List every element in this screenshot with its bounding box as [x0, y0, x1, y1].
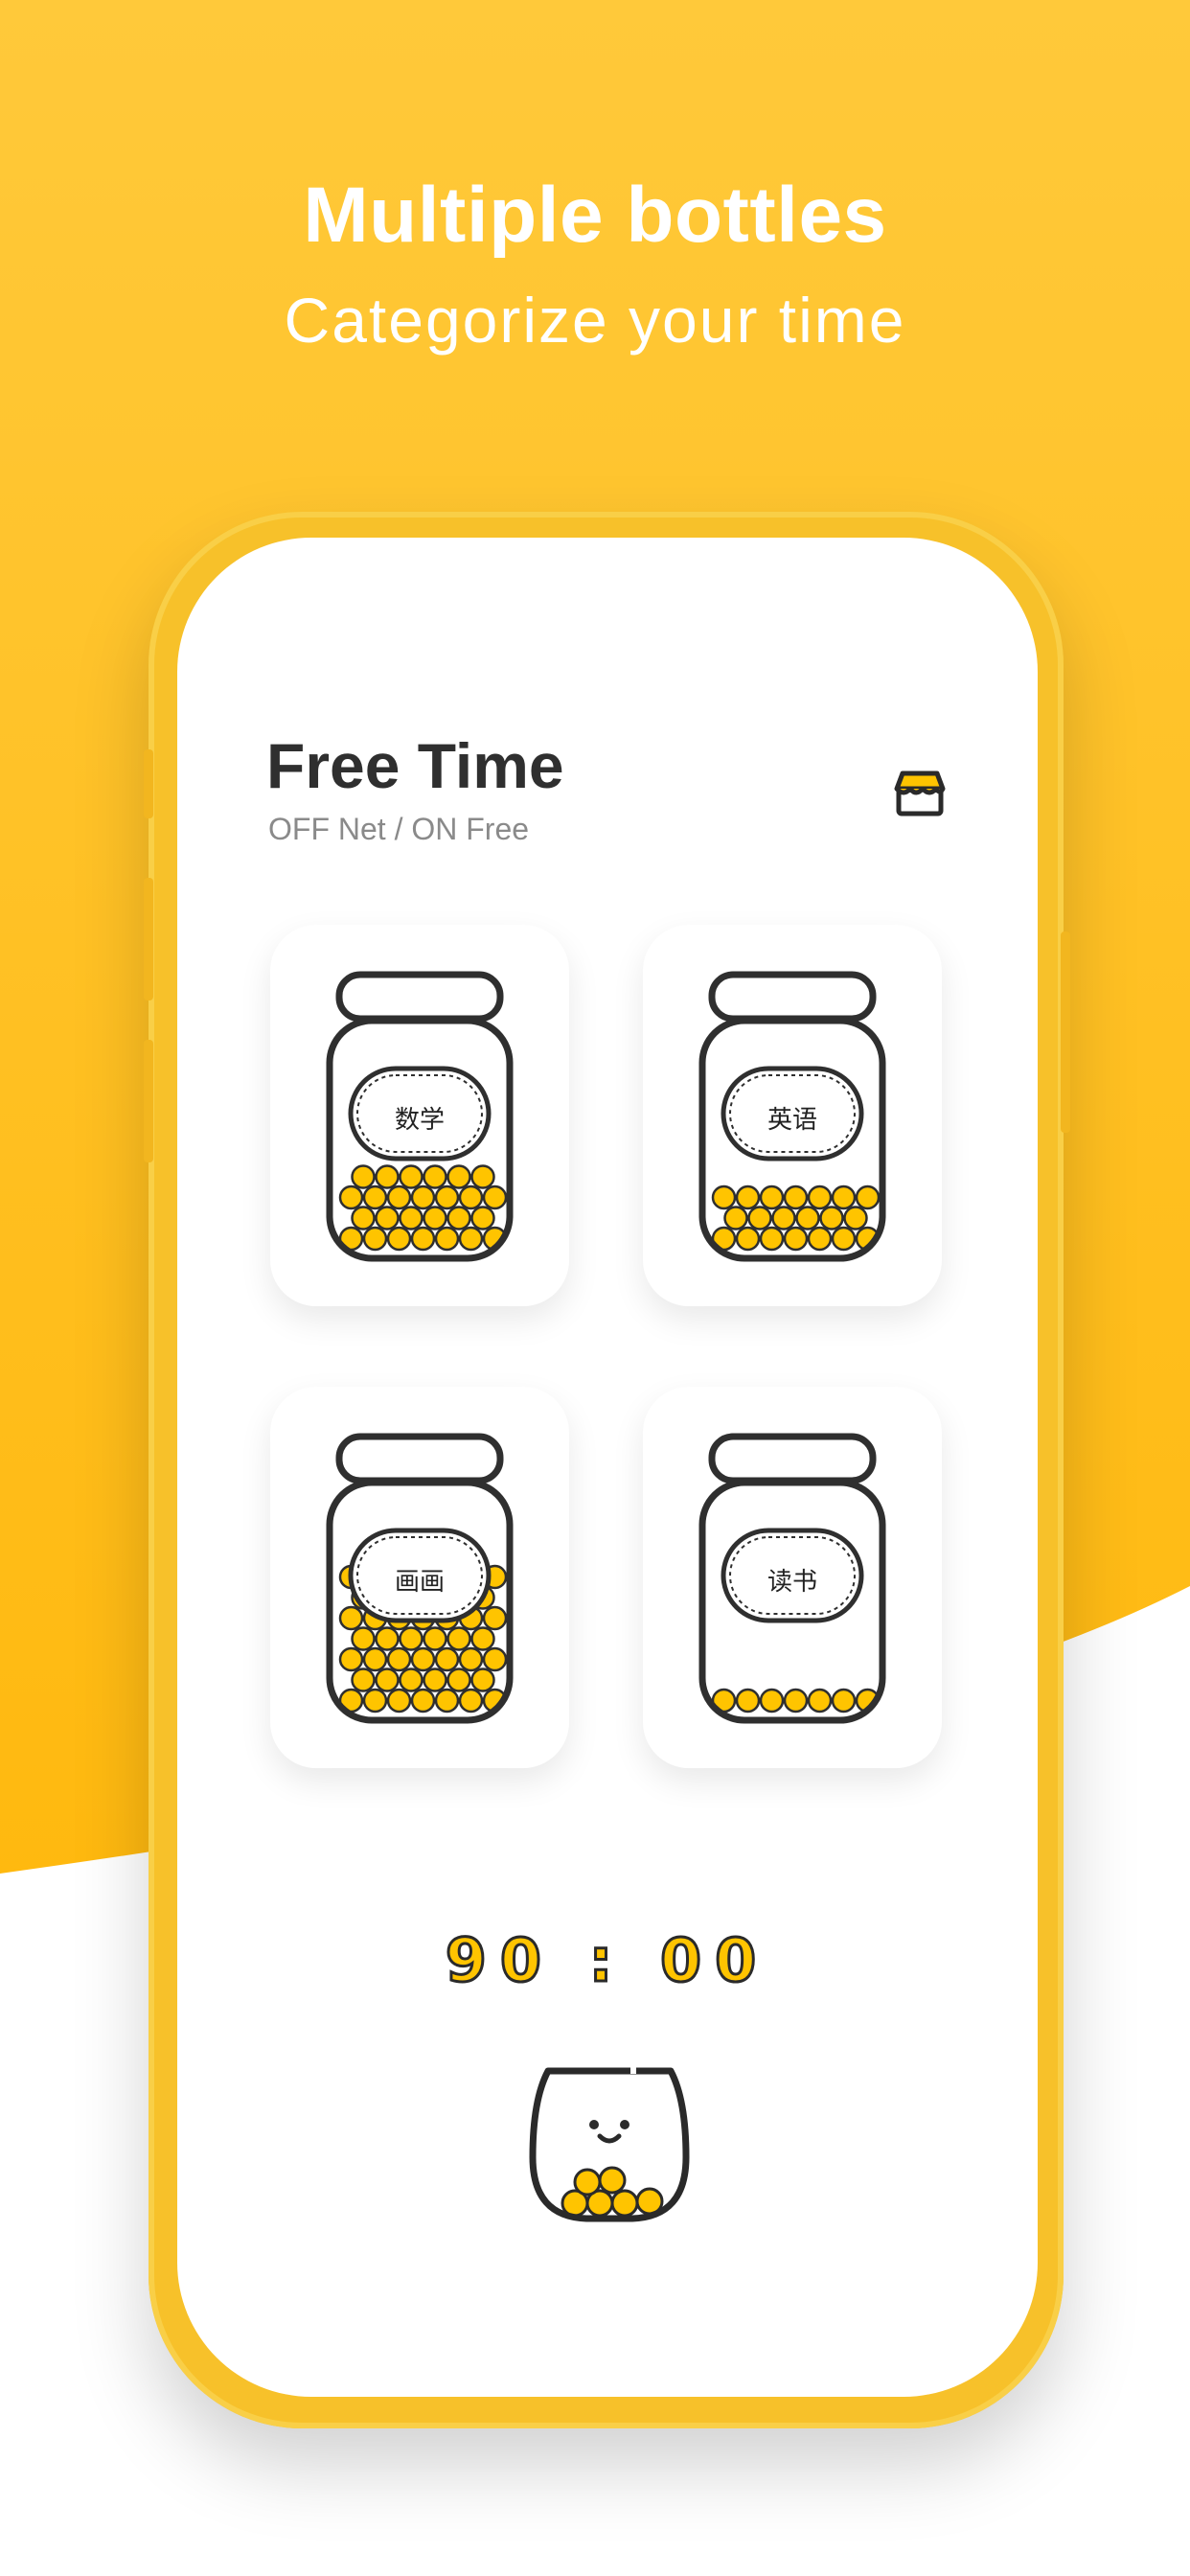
ball-icon [351, 1626, 376, 1651]
ball-icon [482, 1605, 508, 1631]
ball-icon [399, 1668, 423, 1692]
ball-icon [362, 1646, 388, 1672]
ball-icon [807, 1184, 833, 1210]
ball-icon [470, 1164, 495, 1189]
ball-icon [399, 1206, 423, 1230]
ball-icon [458, 1226, 484, 1252]
ball-icon [831, 1226, 857, 1252]
ball-icon [771, 1206, 796, 1230]
ball-icon [783, 1184, 809, 1210]
ball-icon [375, 1206, 400, 1230]
ball-icon [446, 1626, 471, 1651]
ball-icon [759, 1184, 785, 1210]
ball-icon [423, 1206, 447, 1230]
ball-icon [423, 1164, 447, 1189]
ball-icon [362, 1688, 388, 1714]
ball-icon [747, 1206, 772, 1230]
ball-icon [783, 1688, 809, 1714]
ball-icon [458, 1646, 484, 1672]
bottle-label: 读书 [767, 1568, 817, 1597]
phone-volume-up-button [144, 878, 153, 1000]
ball-icon [386, 1646, 412, 1672]
ball-icon [759, 1688, 785, 1714]
ball-icon [783, 1226, 809, 1252]
bottle-card-2[interactable]: 英语 [643, 925, 942, 1306]
ball-icon [434, 1184, 460, 1210]
ball-icon [351, 1668, 376, 1692]
ball-icon [338, 1184, 364, 1210]
ball-icon [735, 1688, 761, 1714]
ball-icon [482, 1184, 508, 1210]
ball-icon [375, 1668, 400, 1692]
ball-icon [458, 1688, 484, 1714]
ball-icon [446, 1206, 471, 1230]
ball-icon [362, 1184, 388, 1210]
timer-display: 90 : 00 [444, 1924, 770, 1997]
phone-silent-switch [144, 749, 153, 818]
ball-icon [470, 1668, 495, 1692]
ball-icon [759, 1226, 785, 1252]
ball-icon [423, 1626, 447, 1651]
phone-screen: Free Time OFF Net / ON Free 数学 英语 画画 读书 … [177, 538, 1038, 2397]
phone-volume-down-button [144, 1040, 153, 1162]
store-icon[interactable] [894, 770, 946, 817]
ball-icon [843, 1206, 868, 1230]
ball-icon [711, 1184, 737, 1210]
bottle-label: 画画 [394, 1568, 445, 1597]
ball-icon [434, 1226, 460, 1252]
ball-icon [386, 1688, 412, 1714]
ball-icon [446, 1668, 471, 1692]
ball-icon [399, 1626, 423, 1651]
ball-icon [410, 1184, 436, 1210]
ball-icon [446, 1164, 471, 1189]
bottle-card-4[interactable]: 读书 [643, 1387, 942, 1768]
ball-icon [458, 1184, 484, 1210]
hero-title: Multiple bottles [303, 172, 887, 259]
ball-icon [819, 1206, 844, 1230]
ball-icon [735, 1184, 761, 1210]
app-subtitle: OFF Net / ON Free [268, 812, 530, 846]
ball-icon [338, 1605, 364, 1631]
ball-icon [723, 1206, 748, 1230]
ball-icon [855, 1184, 881, 1210]
ball-icon [410, 1226, 436, 1252]
bottle-label: 英语 [767, 1106, 817, 1135]
ball-icon [375, 1626, 400, 1651]
ball-icon [735, 1226, 761, 1252]
ball-icon [470, 1626, 495, 1651]
bottle-card-3[interactable]: 画画 [270, 1387, 569, 1768]
ball-icon [482, 1646, 508, 1672]
ball-icon [410, 1688, 436, 1714]
bottle-label: 数学 [394, 1106, 445, 1135]
ball-icon [795, 1206, 820, 1230]
ball-icon [375, 1164, 400, 1189]
ball-icon [831, 1688, 857, 1714]
app-title: Free Time [266, 730, 564, 801]
phone-power-button [1061, 932, 1070, 1133]
ball-icon [423, 1668, 447, 1692]
ball-icon [807, 1688, 833, 1714]
ball-icon [362, 1226, 388, 1252]
ball-icon [338, 1646, 364, 1672]
ball-icon [831, 1184, 857, 1210]
ball-icon [434, 1688, 460, 1714]
ball-icon [470, 1206, 495, 1230]
hero-subtitle: Categorize your time [284, 285, 906, 356]
ball-icon [351, 1206, 376, 1230]
ball-icon [399, 1164, 423, 1189]
bottle-card-1[interactable]: 数学 [270, 925, 569, 1306]
ball-icon [386, 1226, 412, 1252]
ball-icon [807, 1226, 833, 1252]
smiling-jar-icon[interactable] [525, 2061, 694, 2224]
ball-icon [410, 1646, 436, 1672]
ball-icon [434, 1646, 460, 1672]
ball-icon [351, 1164, 376, 1189]
ball-icon [386, 1184, 412, 1210]
